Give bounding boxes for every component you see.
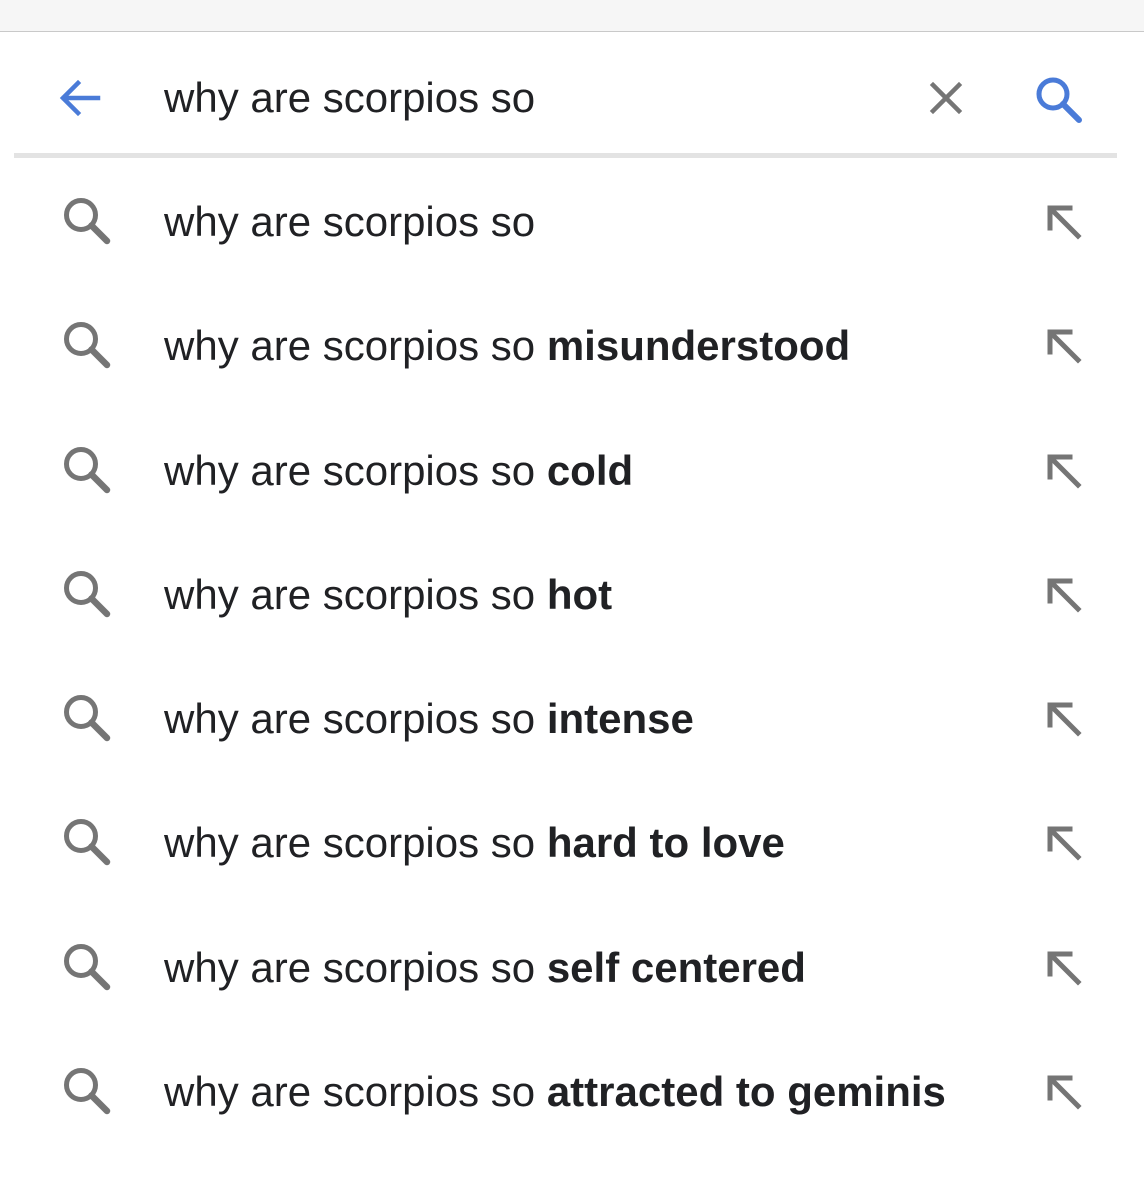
- suggestion-text: why are scorpios so cold: [164, 447, 633, 495]
- search-submit-button[interactable]: [1028, 70, 1090, 130]
- browser-chrome-strip: [0, 0, 1144, 32]
- suggestion-prefix: why are scorpios so: [164, 322, 547, 370]
- suggestion-text: why are scorpios so hot: [164, 571, 612, 619]
- suggestion-completion: cold: [546, 446, 634, 494]
- search-icon: [1036, 77, 1082, 123]
- suggestion-completion: misunderstood: [546, 322, 851, 370]
- arrow-up-left-icon: [1047, 702, 1082, 737]
- search-icon: [64, 322, 111, 369]
- suggestion-item[interactable]: why are scorpios so misunderstood: [0, 284, 1144, 408]
- search-icon: [64, 695, 111, 742]
- arrow-up-left-icon: [1047, 951, 1082, 986]
- arrow-left-icon: [59, 79, 101, 117]
- suggestion-completion: self centered: [546, 943, 806, 991]
- suggestion-item[interactable]: why are scorpios so intense: [0, 657, 1144, 781]
- back-button[interactable]: [50, 68, 110, 128]
- suggestion-prefix: why are scorpios so: [164, 943, 547, 991]
- suggestion-text: why are scorpios so intense: [164, 695, 694, 743]
- suggestion-prefix: why are scorpios so: [164, 695, 547, 743]
- suggestion-prefix: why are scorpios so: [164, 1068, 547, 1116]
- fill-query-button[interactable]: [1036, 567, 1092, 623]
- search-icon: [64, 570, 111, 618]
- suggestion-text: why are scorpios so: [164, 198, 535, 246]
- suggestion-text: why are scorpios so hard to love: [164, 819, 785, 867]
- suggestion-item[interactable]: why are scorpios so hot: [0, 533, 1144, 657]
- suggestion-item[interactable]: why are scorpios so attracted to geminis: [0, 1030, 1144, 1154]
- suggestion-item[interactable]: why are scorpios so hard to love: [0, 781, 1144, 905]
- suggestion-list: why are scorpios so why are scorpios so …: [0, 160, 1144, 1154]
- search-icon: [64, 446, 111, 493]
- suggestion-text: why are scorpios so attracted to geminis: [164, 1068, 946, 1116]
- arrow-up-left-icon: [1047, 1075, 1082, 1110]
- suggestion-prefix: why are scorpios so: [164, 570, 547, 618]
- suggestion-completion: attracted to geminis: [546, 1068, 946, 1116]
- fill-query-button[interactable]: [1036, 815, 1092, 871]
- suggestion-item[interactable]: why are scorpios so self centered: [0, 906, 1144, 1030]
- suggestion-prefix: why are scorpios so: [164, 819, 547, 867]
- search-bar: [0, 32, 1144, 156]
- search-icon: [64, 198, 111, 245]
- search-icon: [64, 1068, 111, 1115]
- fill-query-button[interactable]: [1036, 691, 1092, 747]
- suggestion-completion: hard to love: [546, 819, 785, 867]
- clear-button[interactable]: [918, 70, 974, 126]
- search-divider: [14, 153, 1117, 158]
- suggestion-text: why are scorpios so self centered: [164, 944, 806, 992]
- search-icon: [64, 943, 111, 991]
- arrow-up-left-icon: [1047, 578, 1082, 613]
- fill-query-button[interactable]: [1036, 940, 1092, 996]
- fill-query-button[interactable]: [1036, 1064, 1092, 1120]
- arrow-up-left-icon: [1047, 826, 1082, 862]
- suggestion-completion: hot: [546, 570, 613, 618]
- close-icon: [929, 81, 963, 115]
- suggestion-prefix: why are scorpios so: [164, 446, 547, 494]
- suggestion-item[interactable]: why are scorpios so cold: [0, 409, 1144, 533]
- search-icon: [64, 819, 111, 866]
- suggestion-completion: intense: [546, 695, 694, 743]
- suggestion-prefix: why are scorpios so: [164, 198, 536, 245]
- fill-query-button[interactable]: [1036, 443, 1092, 499]
- arrow-up-left-icon: [1047, 205, 1082, 240]
- search-input[interactable]: [164, 68, 884, 128]
- suggestion-item[interactable]: why are scorpios so: [0, 160, 1144, 284]
- fill-query-button[interactable]: [1036, 318, 1092, 374]
- arrow-up-left-icon: [1047, 454, 1082, 489]
- fill-query-button[interactable]: [1036, 194, 1092, 250]
- arrow-up-left-icon: [1047, 329, 1082, 364]
- suggestion-text: why are scorpios so misunderstood: [164, 322, 850, 370]
